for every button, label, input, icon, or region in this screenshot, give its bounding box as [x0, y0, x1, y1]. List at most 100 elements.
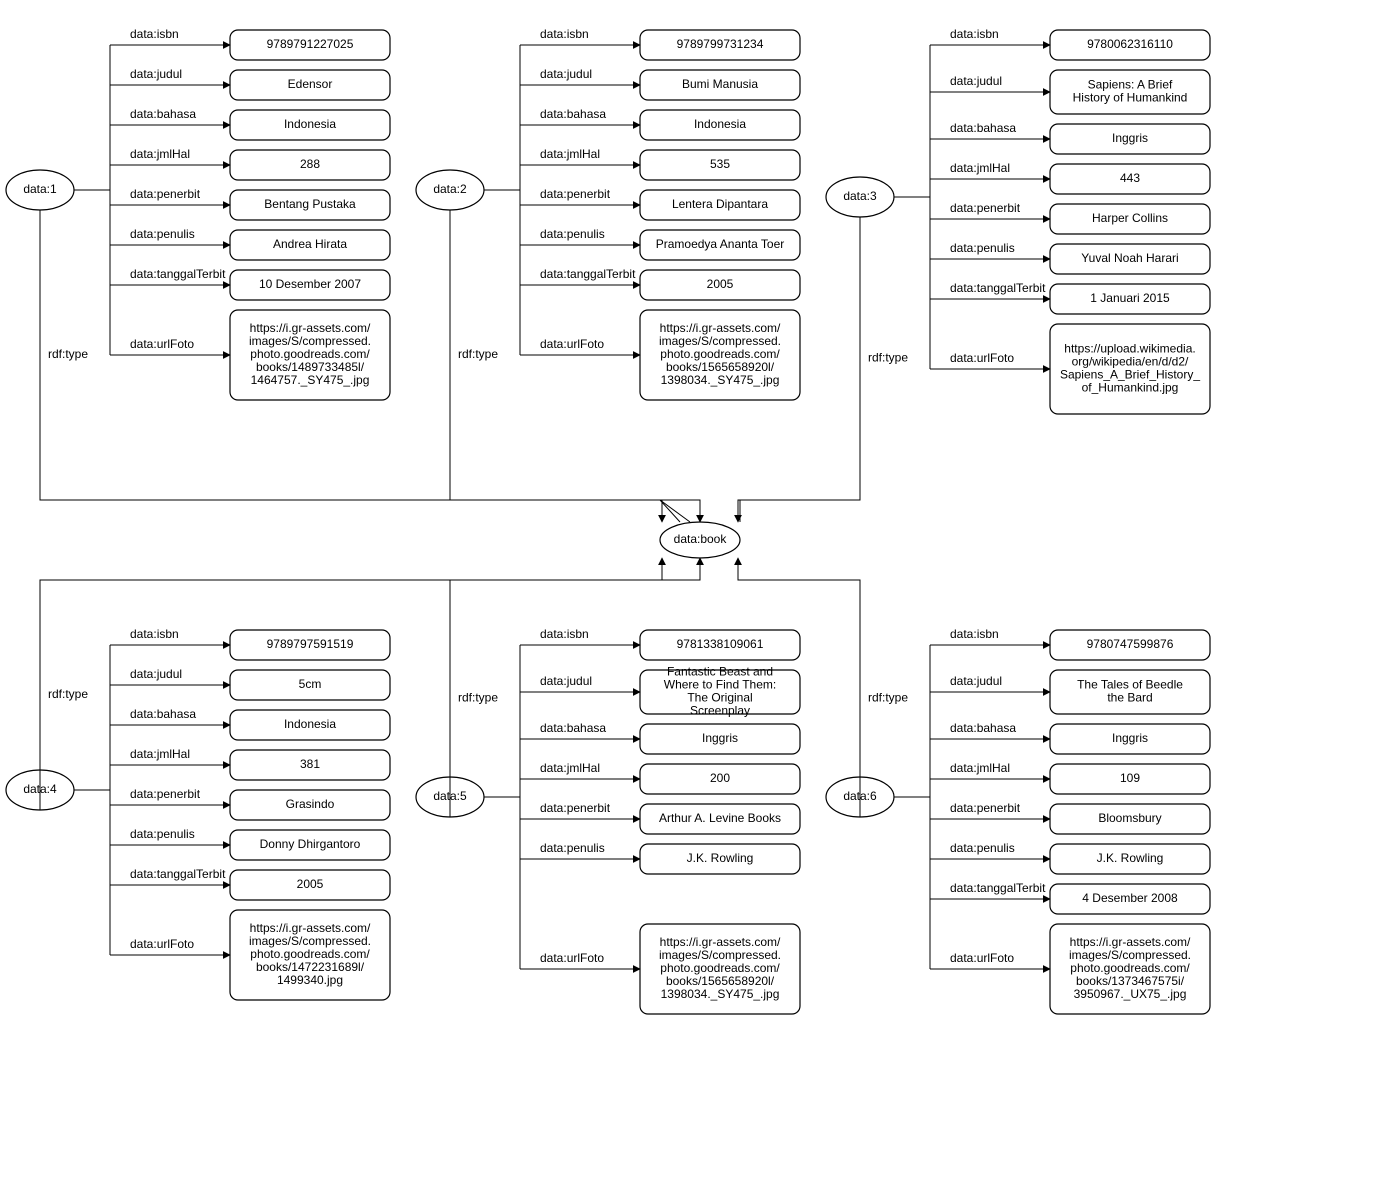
- svg-text:data:penerbit: data:penerbit: [540, 801, 611, 815]
- svg-text:J.K. Rowling: J.K. Rowling: [1097, 851, 1164, 865]
- svg-text:J.K. Rowling: J.K. Rowling: [687, 851, 754, 865]
- svg-text:Harper Collins: Harper Collins: [1092, 211, 1168, 225]
- svg-text:1 Januari 2015: 1 Januari 2015: [1090, 291, 1170, 305]
- svg-text:Grasindo: Grasindo: [286, 797, 335, 811]
- svg-text:https://i.gr-assets.com/images: https://i.gr-assets.com/images/S/compres…: [659, 935, 781, 1001]
- svg-text:Yuval Noah Harari: Yuval Noah Harari: [1081, 251, 1178, 265]
- svg-text:data:urlFoto: data:urlFoto: [540, 951, 604, 965]
- svg-text:data:tanggalTerbit: data:tanggalTerbit: [950, 281, 1046, 295]
- svg-text:data:penulis: data:penulis: [540, 841, 605, 855]
- svg-text:data:penerbit: data:penerbit: [130, 787, 201, 801]
- svg-text:data:book: data:book: [674, 532, 728, 546]
- svg-text:381: 381: [300, 757, 320, 771]
- svg-text:rdf:type: rdf:type: [868, 691, 908, 705]
- svg-text:Bumi Manusia: Bumi Manusia: [682, 77, 758, 91]
- svg-text:Inggris: Inggris: [702, 731, 738, 745]
- svg-text:9780062316110: 9780062316110: [1087, 37, 1173, 51]
- svg-text:2005: 2005: [297, 877, 324, 891]
- svg-text:data:judul: data:judul: [540, 674, 592, 688]
- svg-text:rdf:type: rdf:type: [868, 351, 908, 365]
- svg-text:data:judul: data:judul: [130, 667, 182, 681]
- svg-text:rdf:type: rdf:type: [48, 687, 88, 701]
- svg-text:data:1: data:1: [23, 182, 57, 196]
- svg-text:rdf:type: rdf:type: [458, 691, 498, 705]
- svg-text:data:isbn: data:isbn: [130, 627, 179, 641]
- svg-text:Lentera Dipantara: Lentera Dipantara: [672, 197, 768, 211]
- svg-text:data:jmlHal: data:jmlHal: [130, 147, 190, 161]
- svg-text:Andrea Hirata: Andrea Hirata: [273, 237, 347, 251]
- svg-text:Indonesia: Indonesia: [694, 117, 746, 131]
- svg-text:Donny Dhirgantoro: Donny Dhirgantoro: [260, 837, 361, 851]
- svg-text:data:isbn: data:isbn: [540, 627, 589, 641]
- svg-text:data:tanggalTerbit: data:tanggalTerbit: [130, 867, 226, 881]
- svg-text:https://i.gr-assets.com/images: https://i.gr-assets.com/images/S/compres…: [659, 321, 781, 387]
- svg-text:9780747599876: 9780747599876: [1087, 637, 1174, 651]
- svg-text:data:isbn: data:isbn: [130, 27, 179, 41]
- svg-text:data:isbn: data:isbn: [950, 27, 999, 41]
- svg-text:data:penulis: data:penulis: [130, 227, 195, 241]
- svg-text:data:tanggalTerbit: data:tanggalTerbit: [950, 881, 1046, 895]
- svg-text:2005: 2005: [707, 277, 734, 291]
- svg-text:data:jmlHal: data:jmlHal: [950, 161, 1010, 175]
- svg-text:data:urlFoto: data:urlFoto: [950, 351, 1014, 365]
- svg-text:Pramoedya Ananta Toer: Pramoedya Ananta Toer: [656, 237, 785, 251]
- svg-text:Inggris: Inggris: [1112, 731, 1148, 745]
- svg-text:data:bahasa: data:bahasa: [540, 107, 606, 121]
- svg-text:rdf:type: rdf:type: [458, 347, 498, 361]
- svg-text:Bentang Pustaka: Bentang Pustaka: [264, 197, 356, 211]
- svg-text:data:2: data:2: [433, 182, 467, 196]
- svg-text:data:penulis: data:penulis: [540, 227, 605, 241]
- svg-text:data:urlFoto: data:urlFoto: [130, 937, 194, 951]
- svg-text:data:penerbit: data:penerbit: [950, 201, 1021, 215]
- svg-text:https://i.gr-assets.com/images: https://i.gr-assets.com/images/S/compres…: [249, 321, 371, 387]
- svg-text:data:jmlHal: data:jmlHal: [130, 747, 190, 761]
- svg-text:data:isbn: data:isbn: [950, 627, 999, 641]
- svg-text:5cm: 5cm: [299, 677, 322, 691]
- svg-text:data:judul: data:judul: [950, 74, 1002, 88]
- svg-text:data:urlFoto: data:urlFoto: [130, 337, 194, 351]
- svg-text:data:urlFoto: data:urlFoto: [540, 337, 604, 351]
- svg-text:535: 535: [710, 157, 730, 171]
- svg-text:data:penulis: data:penulis: [950, 241, 1015, 255]
- svg-text:data:tanggalTerbit: data:tanggalTerbit: [540, 267, 636, 281]
- svg-text:Inggris: Inggris: [1112, 131, 1148, 145]
- svg-text:data:judul: data:judul: [540, 67, 592, 81]
- svg-text:10 Desember 2007: 10 Desember 2007: [259, 277, 361, 291]
- svg-text:data:bahasa: data:bahasa: [130, 107, 196, 121]
- svg-text:Bloomsbury: Bloomsbury: [1098, 811, 1161, 825]
- svg-text:9781338109061: 9781338109061: [677, 637, 764, 651]
- svg-text:data:penulis: data:penulis: [950, 841, 1015, 855]
- svg-text:Edensor: Edensor: [288, 77, 333, 91]
- rdf-graph-diagram: data:book data:1 9789791227025 data:isbn Ede…: [0, 0, 1392, 1201]
- svg-text:data:penerbit: data:penerbit: [540, 187, 611, 201]
- svg-text:4 Desember 2008: 4 Desember 2008: [1082, 891, 1178, 905]
- svg-text:data:judul: data:judul: [130, 67, 182, 81]
- svg-text:data:penerbit: data:penerbit: [950, 801, 1021, 815]
- svg-text:data:bahasa: data:bahasa: [950, 121, 1016, 135]
- svg-text:data:isbn: data:isbn: [540, 27, 589, 41]
- svg-text:data:penulis: data:penulis: [130, 827, 195, 841]
- svg-text:200: 200: [710, 771, 730, 785]
- svg-text:288: 288: [300, 157, 320, 171]
- svg-text:109: 109: [1120, 771, 1140, 785]
- svg-text:Indonesia: Indonesia: [284, 117, 336, 131]
- svg-text:9789799731234: 9789799731234: [677, 37, 764, 51]
- svg-text:Indonesia: Indonesia: [284, 717, 336, 731]
- svg-text:data:bahasa: data:bahasa: [950, 721, 1016, 735]
- svg-text:data:penerbit: data:penerbit: [130, 187, 201, 201]
- svg-text:data:bahasa: data:bahasa: [540, 721, 606, 735]
- svg-text:Sapiens: A BriefHistory of Hum: Sapiens: A BriefHistory of Humankind: [1073, 78, 1188, 105]
- svg-text:data:jmlHal: data:jmlHal: [540, 761, 600, 775]
- svg-text:data:3: data:3: [843, 189, 877, 203]
- svg-text:data:bahasa: data:bahasa: [130, 707, 196, 721]
- svg-text:Arthur A. Levine Books: Arthur A. Levine Books: [659, 811, 781, 825]
- svg-text:443: 443: [1120, 171, 1140, 185]
- svg-text:data:jmlHal: data:jmlHal: [950, 761, 1010, 775]
- svg-text:9789797591519: 9789797591519: [267, 637, 354, 651]
- svg-text:data:tanggalTerbit: data:tanggalTerbit: [130, 267, 226, 281]
- svg-text:rdf:type: rdf:type: [48, 347, 88, 361]
- svg-text:data:jmlHal: data:jmlHal: [540, 147, 600, 161]
- svg-text:data:judul: data:judul: [950, 674, 1002, 688]
- svg-text:9789791227025: 9789791227025: [267, 37, 354, 51]
- svg-text:data:urlFoto: data:urlFoto: [950, 951, 1014, 965]
